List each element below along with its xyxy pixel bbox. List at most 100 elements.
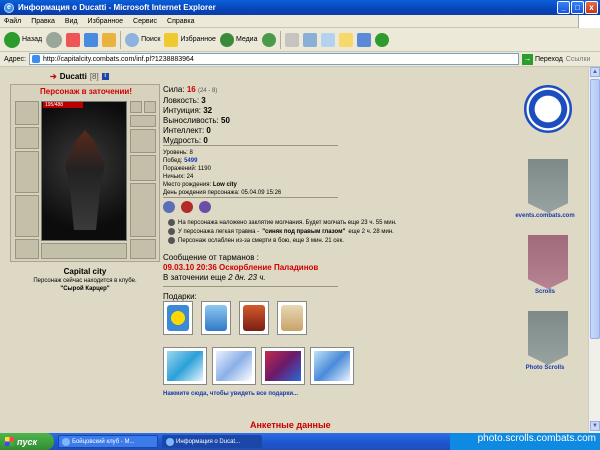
detail-wins: Побед: 5499 [163, 157, 281, 165]
address-input[interactable]: http://capitalcity.combats.com/inf.pl?12… [28, 53, 519, 65]
prison-time: В заточении еще 2 дн. 23 ч. [163, 273, 266, 282]
start-button[interactable]: пуск [0, 433, 54, 450]
taskbar-item-info[interactable]: Информация о Ducat... [162, 435, 262, 448]
order-icon[interactable] [199, 201, 211, 213]
refresh-icon[interactable] [84, 32, 99, 47]
address-label: Адрес: [4, 55, 26, 63]
divider [163, 197, 338, 198]
minimize-button[interactable]: _ [557, 1, 570, 14]
menu-favorites[interactable]: Избранное [88, 18, 123, 25]
task-label: Информация о Ducat... [176, 438, 241, 445]
gloves-slot[interactable] [130, 129, 156, 153]
scroll-up-icon[interactable]: ▲ [590, 67, 600, 77]
extra-slot[interactable] [130, 239, 156, 259]
forward-button[interactable] [46, 31, 63, 48]
prison-status: Персонаж в заточении! [40, 87, 132, 96]
gift-item[interactable] [277, 301, 307, 335]
search-icon [125, 32, 140, 47]
windows-flag-icon [5, 437, 14, 446]
photo-item[interactable] [163, 347, 207, 385]
messenger-icon[interactable] [356, 32, 371, 47]
go-label: Переход [534, 55, 563, 63]
stat-value: 0 [206, 126, 211, 135]
detail-label: День рождения персонажа: [163, 190, 240, 196]
links-label[interactable]: Ссылки [566, 56, 591, 63]
taskbar-item-combats[interactable]: Бойцовский клуб - М... [58, 435, 158, 448]
stat-value: 50 [221, 116, 230, 125]
stat-label: Интеллект: [163, 126, 205, 135]
events-link[interactable]: events.combats.com [505, 213, 585, 219]
scrolls-banner-icon[interactable] [528, 235, 568, 289]
armor-slot[interactable] [15, 195, 39, 237]
ie-icon [166, 437, 174, 446]
back-button[interactable]: Назад [4, 31, 42, 48]
scrolls-link[interactable]: Scrolls [505, 289, 585, 295]
scroll-thumb[interactable] [590, 79, 600, 339]
badge-icon[interactable] [163, 201, 175, 213]
menu-file[interactable]: Файл [4, 18, 21, 25]
amulet-slot[interactable] [130, 115, 156, 127]
scroll-down-icon[interactable]: ▼ [590, 421, 600, 431]
divider [163, 286, 338, 287]
media-button[interactable]: Медиа [219, 32, 258, 47]
gift-item[interactable] [201, 301, 231, 335]
shield-slot[interactable] [130, 155, 156, 181]
helmet-slot[interactable] [15, 101, 39, 125]
mail-icon[interactable] [284, 32, 299, 47]
events-banner-icon[interactable] [528, 159, 568, 213]
menu-tools[interactable]: Сервис [133, 18, 157, 25]
print-icon[interactable] [302, 32, 317, 47]
weapon-slot[interactable] [15, 127, 39, 149]
clan-icon[interactable] [181, 201, 193, 213]
prison-duration: 2 дн. 23 ч. [228, 273, 266, 282]
history-icon[interactable] [261, 32, 276, 47]
menu-bar: Файл Правка Вид Избранное Сервис Справка [0, 15, 600, 28]
injury-icon [168, 228, 175, 235]
effect-text: Персонаж ослаблен из-за смерти в бою, ещ… [178, 237, 344, 244]
photo-banner-icon[interactable] [528, 311, 568, 365]
message-text: 09.03.10 20:36 Оскорбление Паладинов [163, 263, 319, 272]
go-button[interactable]: → Переход [521, 53, 563, 65]
arrow-icon: ➔ [50, 72, 57, 81]
vertical-scrollbar[interactable]: ▲ ▼ [588, 67, 600, 433]
ie-icon: e [4, 2, 14, 13]
photo-item[interactable] [212, 347, 256, 385]
gift-item[interactable] [239, 301, 269, 335]
menu-view[interactable]: Вид [65, 18, 78, 25]
photo-item[interactable] [261, 347, 305, 385]
gift-item[interactable] [163, 301, 193, 335]
boots-slot[interactable] [130, 183, 156, 237]
ring-slot-1[interactable] [130, 101, 142, 113]
stop-icon[interactable] [66, 32, 81, 47]
task-label: Бойцовский клуб - М... [72, 438, 135, 445]
maximize-button[interactable]: □ [571, 1, 584, 14]
search-button[interactable]: Поиск [125, 32, 161, 47]
info-icon[interactable]: i [101, 73, 109, 80]
ring-slot-2[interactable] [144, 101, 156, 113]
more-gifts-link[interactable]: Нажмите сюда, чтобы увидеть все подарки.… [163, 391, 298, 397]
favorites-button[interactable]: Избранное [164, 32, 216, 47]
clover-icon[interactable] [374, 32, 389, 47]
combats-logo-icon[interactable] [524, 85, 572, 133]
effect-text: еще 2 ч. 28 мин. [348, 228, 394, 235]
photo-item[interactable] [310, 347, 354, 385]
close-button[interactable]: x [585, 1, 598, 14]
edit-icon[interactable] [320, 32, 335, 47]
search-label: Поиск [141, 36, 161, 43]
menu-edit[interactable]: Правка [31, 18, 55, 25]
start-label: пуск [17, 436, 38, 447]
photo-scrolls-link[interactable]: Photo Scrolls [505, 365, 585, 371]
sword-slot[interactable] [15, 151, 39, 193]
discuss-icon[interactable] [338, 32, 353, 47]
detail-value: 05.04.09 15:26 [241, 190, 282, 196]
menu-help[interactable]: Справка [167, 18, 194, 25]
prison-label: В заточении еще [163, 273, 229, 282]
home-icon[interactable] [102, 32, 117, 47]
ie-icon [62, 437, 70, 446]
stat-label: Ловкость: [163, 96, 200, 105]
stat-label: Интуиция: [163, 106, 201, 115]
bottom-slot[interactable] [41, 243, 127, 259]
belt-slot[interactable] [15, 239, 39, 259]
watermark: photo.scrolls.combats.com [477, 433, 596, 444]
stat-value: 32 [203, 106, 213, 115]
